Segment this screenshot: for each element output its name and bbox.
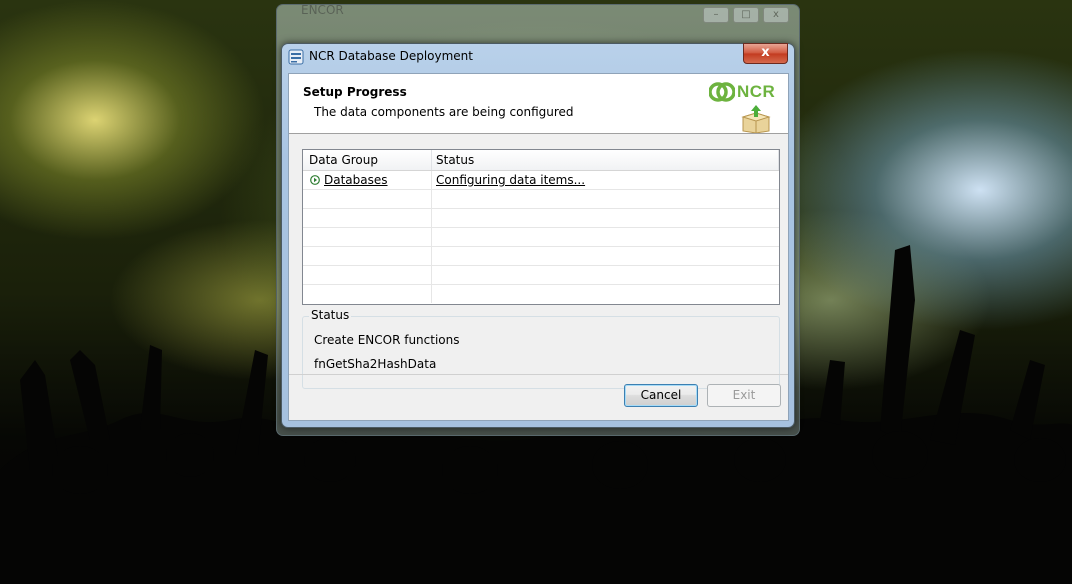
cancel-button[interactable]: Cancel [624, 384, 698, 407]
list-row-empty [303, 266, 779, 285]
list-row-empty [303, 285, 779, 303]
column-header-status[interactable]: Status [436, 153, 474, 167]
row-data-group[interactable]: Databases [324, 173, 388, 187]
window-title: NCR Database Deployment [309, 49, 473, 63]
page-subtitle: The data components are being configured [314, 105, 574, 119]
maximize-icon: □ [733, 7, 759, 23]
ncr-logo-text: NCR [737, 82, 776, 101]
list-row-empty [303, 190, 779, 209]
play-circle-icon [310, 175, 320, 185]
row-status[interactable]: Configuring data items... [436, 173, 585, 187]
ncr-logo: NCR [709, 81, 775, 103]
list-row-empty [303, 247, 779, 266]
close-button[interactable]: x [743, 43, 788, 64]
title-bar[interactable]: NCR Database Deployment x [282, 43, 794, 70]
status-group-label: Status [309, 308, 352, 322]
list-header: Data Group Status [303, 150, 779, 171]
header-panel: Setup Progress The data components are b… [289, 74, 788, 134]
list-row-empty [303, 228, 779, 247]
minimize-icon: – [703, 7, 729, 23]
exit-button[interactable]: Exit [707, 384, 781, 407]
close-icon: x [763, 7, 789, 23]
ncr-deployment-dialog: NCR Database Deployment x Setup Progress… [281, 43, 795, 428]
footer-divider [289, 374, 788, 375]
list-row[interactable]: Databases Configuring data items... [303, 171, 779, 190]
app-icon [288, 49, 304, 65]
list-row-empty [303, 209, 779, 228]
column-header-data-group[interactable]: Data Group [309, 153, 378, 167]
status-detail-text: fnGetSha2HashData [314, 357, 437, 371]
dialog-client-area: Setup Progress The data components are b… [288, 73, 789, 421]
ncr-logo-mark-icon [709, 82, 735, 102]
background-window-title: ENCOR [301, 3, 344, 17]
page-title: Setup Progress [303, 85, 407, 99]
background-window-controls: – □ x [703, 7, 789, 23]
status-step-text: Create ENCOR functions [314, 333, 460, 347]
status-group: Status Create ENCOR functions fnGetSha2H… [302, 308, 780, 389]
package-install-icon [741, 105, 771, 133]
data-group-list[interactable]: Data Group Status Databases Configuring … [302, 149, 780, 305]
